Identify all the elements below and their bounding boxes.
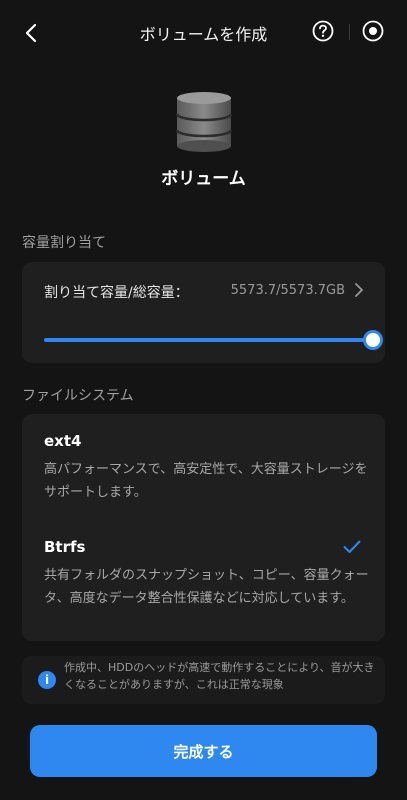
chevron-right-icon[interactable] (353, 282, 365, 298)
notice-box: i 作成中、HDDのヘッドが高速で動作することにより、音が大きくなることがありま… (22, 656, 385, 704)
target-button[interactable] (362, 20, 384, 42)
allocation-label: 割り当て容量/総容量： (44, 285, 189, 301)
fs-option-name: Btrfs (44, 538, 86, 556)
filesystem-section-title: ファイルシステム (22, 388, 134, 404)
target-icon (362, 20, 384, 42)
fs-option-description: 共有フォルダのスナップショット、コピー、容量クォータ、高度なデータ整合性保護など… (44, 568, 369, 606)
volume-label: ボリューム (161, 169, 246, 189)
info-icon: i (38, 671, 56, 689)
finish-button[interactable]: 完成する (30, 725, 377, 777)
allocation-card: 割り当て容量/総容量： 5573.7/5573.7GB (22, 262, 385, 363)
slider-thumb[interactable] (363, 330, 383, 350)
bottom-bar: 完成する (0, 704, 407, 800)
fs-option-name: ext4 (44, 432, 82, 450)
checkmark-icon (343, 540, 361, 553)
allocation-section-title: 容量割り当て (22, 235, 106, 251)
back-arrow-icon (25, 23, 37, 43)
back-button[interactable] (18, 20, 44, 46)
help-button[interactable] (312, 20, 334, 42)
page-title: ボリュームを作成 (139, 25, 268, 44)
filesystem-card: ext4 高パフォーマンスで、高安定性で、大容量ストレージをサポートします。 B… (22, 414, 385, 641)
capacity-slider[interactable] (44, 330, 383, 350)
header-divider (349, 24, 350, 40)
fs-option-description: 高パフォーマンスで、高安定性で、大容量ストレージをサポートします。 (44, 462, 368, 500)
volume-stack-icon (175, 92, 233, 152)
allocation-value[interactable]: 5573.7/5573.7GB (231, 283, 345, 298)
header: ボリュームを作成 (0, 0, 407, 64)
notice-text: 作成中、HDDのヘッドが高速で動作することにより、音が大きくなることがありますが… (64, 661, 375, 691)
help-icon (312, 20, 334, 42)
slider-track (44, 338, 372, 342)
